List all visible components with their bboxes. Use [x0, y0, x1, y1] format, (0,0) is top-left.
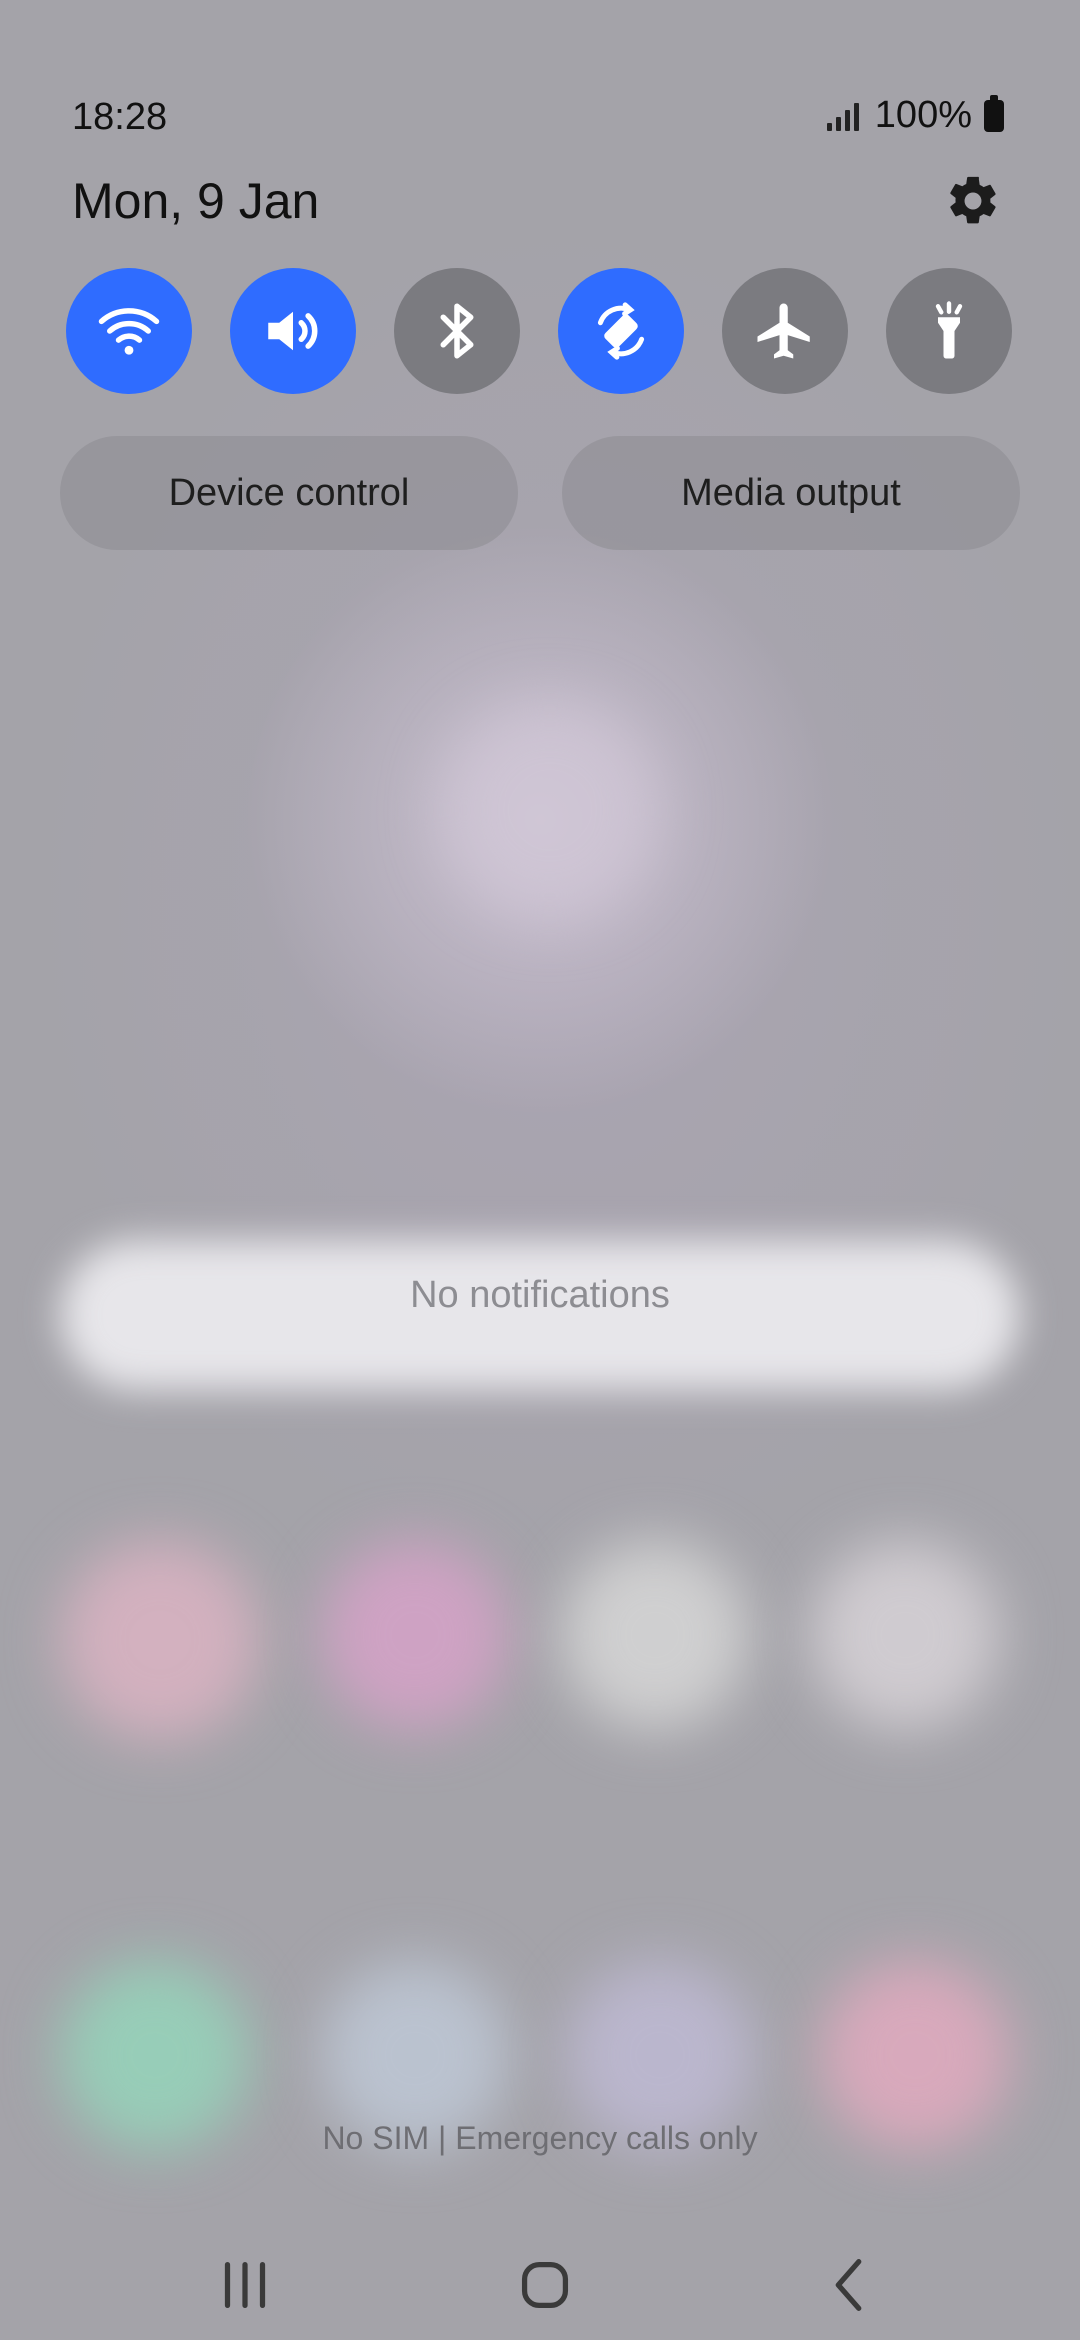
quick-settings-toggles — [66, 268, 1014, 396]
airplane-icon — [757, 303, 810, 359]
sound-icon — [268, 311, 318, 351]
home-icon — [521, 2261, 569, 2309]
recents-icon — [224, 2261, 266, 2309]
back-button[interactable] — [805, 2240, 895, 2330]
flashlight-icon — [935, 301, 963, 359]
back-icon — [835, 2259, 862, 2311]
home-button[interactable] — [500, 2240, 590, 2330]
bluetooth-icon — [440, 303, 474, 359]
bluetooth-toggle[interactable] — [394, 268, 520, 394]
recents-button[interactable] — [200, 2240, 290, 2330]
background-blob — [320, 1540, 510, 1730]
background-blob — [810, 1540, 1000, 1730]
sound-toggle[interactable] — [230, 268, 356, 394]
navigation-bar — [0, 2200, 1080, 2340]
background-blob — [560, 1540, 750, 1730]
flashlight-toggle[interactable] — [886, 268, 1012, 394]
auto-rotate-toggle[interactable] — [558, 268, 684, 394]
status-time: 18:28 — [72, 96, 168, 138]
media-output-button[interactable]: Media output — [562, 436, 1020, 550]
device-control-button[interactable]: Device control — [60, 436, 518, 550]
airplane-mode-toggle[interactable] — [722, 268, 848, 394]
wifi-toggle[interactable] — [66, 268, 192, 394]
auto-rotate-icon — [597, 302, 645, 360]
status-bar: 18:28 100% — [0, 0, 1080, 170]
signal-bars-icon — [826, 101, 859, 131]
battery-full-icon — [984, 94, 1004, 132]
wifi-icon — [98, 308, 160, 355]
no-notifications-label: No notifications — [410, 1274, 670, 1316]
battery-percent: 100% — [874, 94, 972, 136]
carrier-status-text: No SIM | Emergency calls only — [322, 2120, 758, 2156]
gear-icon[interactable] — [944, 172, 1002, 230]
status-indicators: 100% — [826, 94, 1004, 137]
background-blob — [60, 1540, 260, 1740]
date-label: Mon, 9 Jan — [72, 173, 320, 229]
background-glow — [440, 700, 660, 920]
